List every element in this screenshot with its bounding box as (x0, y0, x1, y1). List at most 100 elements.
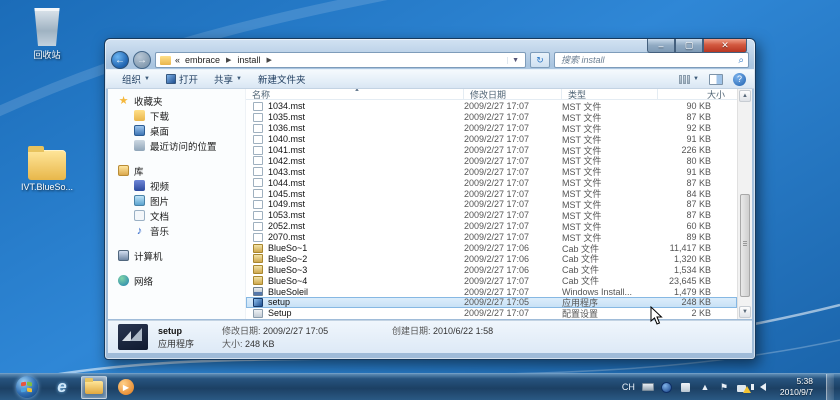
file-row-1042.mst[interactable]: 1042.mst 2009/2/27 17:07 MST 文件 80 KB (246, 155, 737, 166)
sidebar-item-libraries[interactable]: 库 (108, 163, 245, 178)
share-label: 共享 (213, 75, 233, 86)
media-player-icon: ▶ (118, 379, 134, 395)
taskbar-clock[interactable]: 5:38 2010/9/7 (780, 376, 813, 397)
back-button[interactable]: ← (111, 51, 129, 69)
sidebar-item-label: 网络 (134, 276, 154, 288)
sidebar-item-documents[interactable]: 文档 (108, 208, 245, 223)
file-row-1049.mst[interactable]: 1049.mst 2009/2/27 17:07 MST 文件 87 KB (246, 199, 737, 210)
taskbar: e ▶ CH ▲ ⚑ 5:38 2010/9/7 (0, 373, 840, 400)
column-header-date-modified[interactable]: 修改日期 (464, 89, 562, 100)
bluetooth-icon[interactable] (661, 381, 673, 393)
file-cell-size: 87 KB (686, 177, 711, 188)
file-row-BlueSoleil[interactable]: BlueSoleil 2009/2/27 17:07 Windows Install… (246, 286, 737, 297)
vertical-scrollbar[interactable]: ▲ ▼ (737, 89, 752, 319)
sidebar-item-label: 桌面 (150, 126, 170, 138)
show-hidden-icons-chevron[interactable]: ▲ (699, 382, 711, 393)
breadcrumb[interactable]: « embrace ▶ install ▶ ▼ (155, 52, 526, 68)
column-header-name[interactable]: 名称 ▲ (246, 89, 464, 100)
file-row-BlueSo~3[interactable]: BlueSo~3 2009/2/27 17:06 Cab 文件 1,534 KB (246, 264, 737, 275)
help-button[interactable]: ? (733, 72, 746, 86)
sidebar-item-label: 文档 (150, 211, 170, 223)
breadcrumb-crumb[interactable]: install (237, 55, 260, 65)
sidebar-item-downloads[interactable]: 下载 (108, 108, 245, 123)
file-cell-date: 2009/2/27 17:07 (464, 177, 530, 188)
file-row-1044.mst[interactable]: 1044.mst 2009/2/27 17:07 MST 文件 87 KB (246, 177, 737, 188)
column-label: 修改日期 (470, 89, 507, 100)
taskbar-media-player-button[interactable]: ▶ (113, 376, 139, 399)
action-center-flag-icon[interactable]: ⚑ (718, 382, 730, 393)
file-row-1045.mst[interactable]: 1045.mst 2009/2/27 17:07 MST 文件 84 KB (246, 188, 737, 199)
file-cell-name: 1040.mst (268, 134, 306, 145)
file-row-BlueSo~1[interactable]: BlueSo~1 2009/2/27 17:06 Cab 文件 11,417 KB (246, 243, 737, 254)
file-cell-name: 2070.mst (268, 232, 306, 243)
new-folder-button[interactable]: 新建文件夹 (250, 70, 314, 88)
column-label: 类型 (568, 89, 587, 100)
scroll-down-icon[interactable]: ▼ (739, 306, 751, 318)
file-row-1043.mst[interactable]: 1043.mst 2009/2/27 17:07 MST 文件 91 KB (246, 166, 737, 177)
folder-icon (28, 146, 66, 180)
file-cell-name: 2052.mst (268, 221, 306, 232)
sidebar-item-favorites-star[interactable]: ★ 收藏夹 (108, 93, 245, 108)
file-cell-date: 2009/2/27 17:06 (464, 243, 530, 254)
address-dropdown-icon[interactable]: ▼ (507, 56, 523, 64)
show-desktop-button[interactable] (826, 373, 834, 400)
music-icon: ♪ (136, 224, 143, 237)
computer-icon (118, 250, 129, 261)
breadcrumb-crumb[interactable]: embrace (185, 55, 220, 65)
file-row-1040.mst[interactable]: 1040.mst 2009/2/27 17:07 MST 文件 91 KB (246, 134, 737, 145)
open-button[interactable]: 打开 (158, 70, 206, 88)
scroll-up-icon[interactable]: ▲ (739, 90, 751, 102)
organize-button[interactable]: 组织 ▼ (114, 70, 158, 88)
minimize-button[interactable]: – (647, 39, 675, 53)
mst-file-icon (253, 145, 263, 155)
scrollbar-thumb[interactable] (740, 194, 750, 297)
sidebar-item-network[interactable]: 网络 (108, 273, 245, 288)
explorer-main: ★ 收藏夹 下载桌面 最近访问的位置库视频 图片文档 ♪ 音乐计算机网络 名称 ▲ 修改日期… (108, 89, 752, 319)
network-warning-icon[interactable] (736, 382, 751, 393)
forward-button[interactable]: → (133, 51, 151, 69)
close-button[interactable]: ✕ (703, 39, 747, 53)
share-button[interactable]: 共享 ▼ (206, 70, 250, 88)
file-row-2070.mst[interactable]: 2070.mst 2009/2/27 17:07 MST 文件 89 KB (246, 232, 737, 243)
file-cell-size: 92 KB (686, 123, 711, 134)
sidebar-items: ★ 收藏夹 下载桌面 最近访问的位置库视频 图片文档 ♪ 音乐计算机网络 (108, 93, 245, 288)
file-row-1036.mst[interactable]: 1036.mst 2009/2/27 17:07 MST 文件 92 KB (246, 123, 737, 134)
views-button[interactable]: ▼ (679, 74, 699, 84)
file-row-1034.mst[interactable]: 1034.mst 2009/2/27 17:07 MST 文件 90 KB (246, 101, 737, 112)
start-button[interactable] (16, 376, 38, 398)
favorites-star-icon: ★ (118, 95, 129, 107)
file-row-1053.mst[interactable]: 1053.mst 2009/2/27 17:07 MST 文件 87 KB (246, 210, 737, 221)
file-row-BlueSo~2[interactable]: BlueSo~2 2009/2/27 17:06 Cab 文件 1,320 KB (246, 253, 737, 264)
file-cell-size: 80 KB (686, 155, 711, 166)
file-cell-name: BlueSo~3 (268, 264, 308, 275)
language-indicator[interactable]: CH (622, 382, 635, 392)
file-row-1035.mst[interactable]: 1035.mst 2009/2/27 17:07 MST 文件 87 KB (246, 112, 737, 123)
file-cell-name: 1035.mst (268, 112, 306, 123)
maximize-button[interactable]: ▢ (675, 39, 703, 53)
refresh-button[interactable]: ↻ (530, 52, 550, 68)
keyboard-icon[interactable] (641, 382, 654, 393)
taskbar-internet-explorer-button[interactable]: e (49, 376, 75, 399)
sidebar-item-videos[interactable]: 视频 (108, 178, 245, 193)
file-row-1041.mst[interactable]: 1041.mst 2009/2/27 17:07 MST 文件 226 KB (246, 145, 737, 156)
search-input[interactable] (559, 54, 739, 66)
sidebar-item-recent-places[interactable]: 最近访问的位置 (108, 138, 245, 153)
sidebar-item-computer[interactable]: 计算机 (108, 248, 245, 263)
desktop-icon-ivt-bluesoleil[interactable]: IVT.BlueSo... (12, 146, 82, 192)
preview-pane-button[interactable] (709, 73, 723, 85)
file-row-2052.mst[interactable]: 2052.mst 2009/2/27 17:07 MST 文件 60 KB (246, 221, 737, 232)
sidebar-item-desktop[interactable]: 桌面 (108, 123, 245, 138)
sort-ascending-icon: ▲ (354, 89, 360, 93)
file-row-BlueSo~4[interactable]: BlueSo~4 2009/2/27 17:07 Cab 文件 23,645 KB (246, 275, 737, 286)
sidebar-item-pictures[interactable]: 图片 (108, 193, 245, 208)
file-row-setup[interactable]: setup 2009/2/27 17:05 应用程序 248 KB (246, 297, 737, 308)
taskbar-windows-explorer-button[interactable] (81, 375, 107, 399)
input-method-icon[interactable] (680, 382, 692, 393)
file-row-Setup[interactable]: Setup 2009/2/27 17:07 配置设置 2 KB (246, 308, 737, 319)
file-cell-name: 1042.mst (268, 155, 306, 166)
desktop-icon-recycle-bin[interactable]: 回收站 (12, 8, 82, 61)
sidebar-item-music[interactable]: ♪ 音乐 (108, 223, 245, 238)
volume-icon[interactable] (750, 382, 769, 393)
column-header-type[interactable]: 类型 (562, 89, 658, 100)
msi-file-icon (253, 287, 263, 297)
